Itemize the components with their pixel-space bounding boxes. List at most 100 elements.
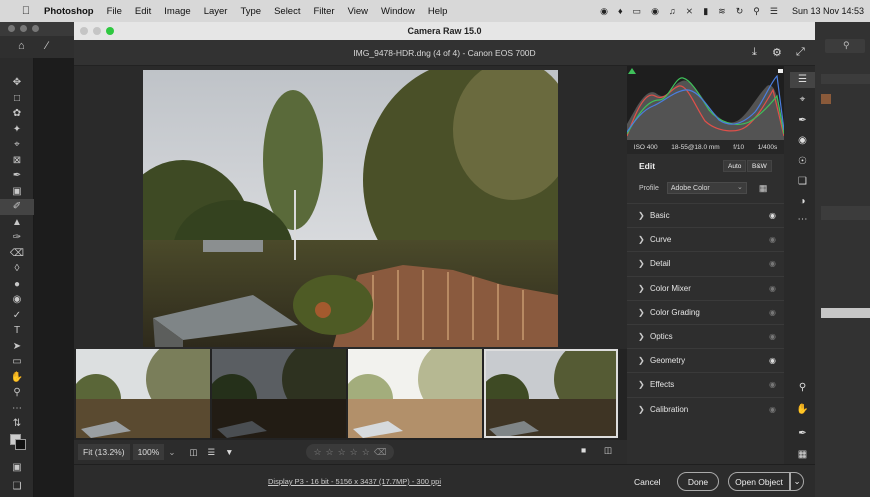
color-swatches[interactable] xyxy=(0,432,34,454)
color-sampler-icon[interactable]: ✒ xyxy=(790,428,815,439)
brush-preset-icon[interactable]: ∕ xyxy=(46,40,48,52)
eye-icon[interactable]: ◉ xyxy=(769,235,776,244)
dropbox-icon[interactable]: ♦ xyxy=(618,6,623,16)
brush-tool-icon[interactable]: ✐ xyxy=(0,199,34,215)
zoom-tool-icon[interactable]: ⚲ xyxy=(0,385,34,401)
screen-mode-icon[interactable]: ❑ xyxy=(0,479,34,495)
star-4-icon[interactable]: ☆ xyxy=(350,447,358,458)
menu-layer[interactable]: Layer xyxy=(204,6,228,17)
stamp-tool-icon[interactable]: ▲ xyxy=(0,215,34,231)
section-optics[interactable]: ❯ Optics ◉ xyxy=(627,323,784,348)
section-calibration[interactable]: ❯ Calibration ◉ xyxy=(627,396,784,421)
menu-app-photoshop[interactable]: Photoshop xyxy=(44,6,94,17)
red-eye-icon[interactable]: ☉ xyxy=(790,156,815,167)
menu-select[interactable]: Select xyxy=(274,6,300,17)
magic-wand-tool-icon[interactable]: ✦ xyxy=(0,122,34,138)
dodge-tool-icon[interactable]: ◉ xyxy=(0,292,34,308)
more-options-icon[interactable]: ⋯ xyxy=(790,214,815,225)
profile-select[interactable]: Adobe Color ⌄ xyxy=(666,182,747,194)
grammarly-icon[interactable]: ◉ xyxy=(651,6,659,17)
cancel-button[interactable]: Cancel xyxy=(634,477,660,487)
profile-browser-icon[interactable]: ▦ xyxy=(759,183,768,194)
rectangle-tool-icon[interactable]: ▭ xyxy=(0,354,34,370)
apple-icon[interactable]:  xyxy=(16,5,36,17)
swap-colors-icon[interactable]: ⇅ xyxy=(0,416,34,432)
before-after-icon[interactable]: ◫ xyxy=(604,445,612,456)
eye-icon[interactable]: ◉ xyxy=(769,405,776,414)
eye-icon[interactable]: ◉ xyxy=(769,259,776,268)
fullscreen-icon[interactable]: ⤢ xyxy=(796,46,805,59)
menu-image[interactable]: Image xyxy=(164,6,190,17)
close-button[interactable] xyxy=(80,27,88,35)
battery-indicator-icon[interactable]: ▭ xyxy=(633,6,642,17)
zoom-100-button[interactable]: 100% xyxy=(132,444,165,460)
section-detail[interactable]: ❯ Detail ◉ xyxy=(627,251,784,275)
section-geometry[interactable]: ❯ Geometry ◉ xyxy=(627,348,784,372)
filmstrip-thumb-3[interactable] xyxy=(348,349,482,438)
edit-sliders-icon[interactable]: ☰ xyxy=(790,72,815,88)
menu-file[interactable]: File xyxy=(107,6,122,17)
menu-type[interactable]: Type xyxy=(240,6,261,17)
spotlight-search-icon[interactable]: ⚲ xyxy=(753,6,760,17)
path-selection-tool-icon[interactable]: ➤ xyxy=(0,339,34,355)
sort-icon[interactable]: ☰ xyxy=(207,447,215,458)
menubar-clock[interactable]: Sun 13 Nov 14:53 xyxy=(792,6,864,16)
ps-close-light[interactable] xyxy=(8,25,15,32)
save-image-icon[interactable]: ⤓ xyxy=(752,46,757,59)
healing-brush-icon[interactable]: ✒ xyxy=(790,115,815,126)
ps-zoom-light[interactable] xyxy=(32,25,39,32)
star-2-icon[interactable]: ☆ xyxy=(326,447,334,458)
open-options-dropdown[interactable]: ⌄ xyxy=(790,472,804,491)
volume-icon[interactable]: ♫ xyxy=(669,6,676,16)
pen-tool-icon[interactable]: ✓ xyxy=(0,308,34,324)
blur-tool-icon[interactable]: ● xyxy=(0,277,34,293)
hand-icon[interactable]: ✋ xyxy=(790,404,815,415)
bluetooth-icon[interactable]: ⨯ xyxy=(686,6,694,17)
gradient-tool-icon[interactable]: ◊ xyxy=(0,261,34,277)
delete-icon[interactable]: ⌫ xyxy=(374,447,387,458)
menu-edit[interactable]: Edit xyxy=(135,6,151,17)
zoom-button[interactable] xyxy=(106,27,114,35)
marquee-tool-icon[interactable]: □ xyxy=(0,91,34,107)
section-curve[interactable]: ❯ Curve ◉ xyxy=(627,227,784,251)
move-tool-icon[interactable]: ✥ xyxy=(0,75,34,91)
time-machine-icon[interactable]: ↻ xyxy=(736,6,744,17)
healing-tool-icon[interactable]: ▣ xyxy=(0,184,34,200)
zoom-dropdown-chevron-icon[interactable]: ⌄ xyxy=(168,447,175,458)
eye-icon[interactable]: ◉ xyxy=(769,332,776,341)
auto-button[interactable]: Auto xyxy=(723,160,747,172)
filmstrip-thumb-2[interactable] xyxy=(212,349,346,438)
bw-button[interactable]: B&W xyxy=(747,160,772,172)
battery-icon[interactable]: ▮ xyxy=(703,6,708,17)
masking-icon[interactable]: ◉ xyxy=(790,135,815,146)
crop-tool-icon[interactable]: ⌖ xyxy=(0,137,34,153)
filmstrip-thumb-1[interactable] xyxy=(76,349,210,438)
snapshots-icon[interactable]: ❑ xyxy=(790,176,815,187)
menu-filter[interactable]: Filter xyxy=(313,6,334,17)
menu-help[interactable]: Help xyxy=(428,6,448,17)
minimize-button[interactable] xyxy=(93,27,101,35)
filmstrip-thumb-4-selected[interactable] xyxy=(484,349,618,438)
eraser-tool-icon[interactable]: ⌫ xyxy=(0,246,34,262)
eye-icon[interactable]: ◉ xyxy=(769,356,776,365)
fit-zoom-button[interactable]: Fit (13.2%) xyxy=(78,444,130,460)
section-color-grading[interactable]: ❯ Color Grading ◉ xyxy=(627,299,784,324)
more-tools-icon[interactable]: ⋯ xyxy=(0,401,34,417)
frame-tool-icon[interactable]: ⊠ xyxy=(0,153,34,169)
eye-icon[interactable]: ◉ xyxy=(769,211,776,220)
done-button[interactable]: Done xyxy=(677,472,719,491)
ps-minimize-light[interactable] xyxy=(20,25,27,32)
star-5-icon[interactable]: ☆ xyxy=(362,447,370,458)
creative-cloud-icon[interactable]: ◉ xyxy=(600,6,608,17)
filmstrip-icon[interactable]: ◫ xyxy=(189,447,197,458)
filter-icon[interactable]: ▼ xyxy=(225,447,233,457)
quick-mask-icon[interactable]: ▣ xyxy=(0,460,34,476)
lasso-tool-icon[interactable]: ✿ xyxy=(0,106,34,122)
star-1-icon[interactable]: ☆ xyxy=(313,447,321,458)
eyedropper-tool-icon[interactable]: ✒ xyxy=(0,168,34,184)
hand-tool-icon[interactable]: ✋ xyxy=(0,370,34,386)
menu-view[interactable]: View xyxy=(348,6,368,17)
main-photo[interactable] xyxy=(143,70,558,347)
section-color-mixer[interactable]: ❯ Color Mixer ◉ xyxy=(627,275,784,300)
presets-icon[interactable]: ◑ xyxy=(790,196,815,207)
